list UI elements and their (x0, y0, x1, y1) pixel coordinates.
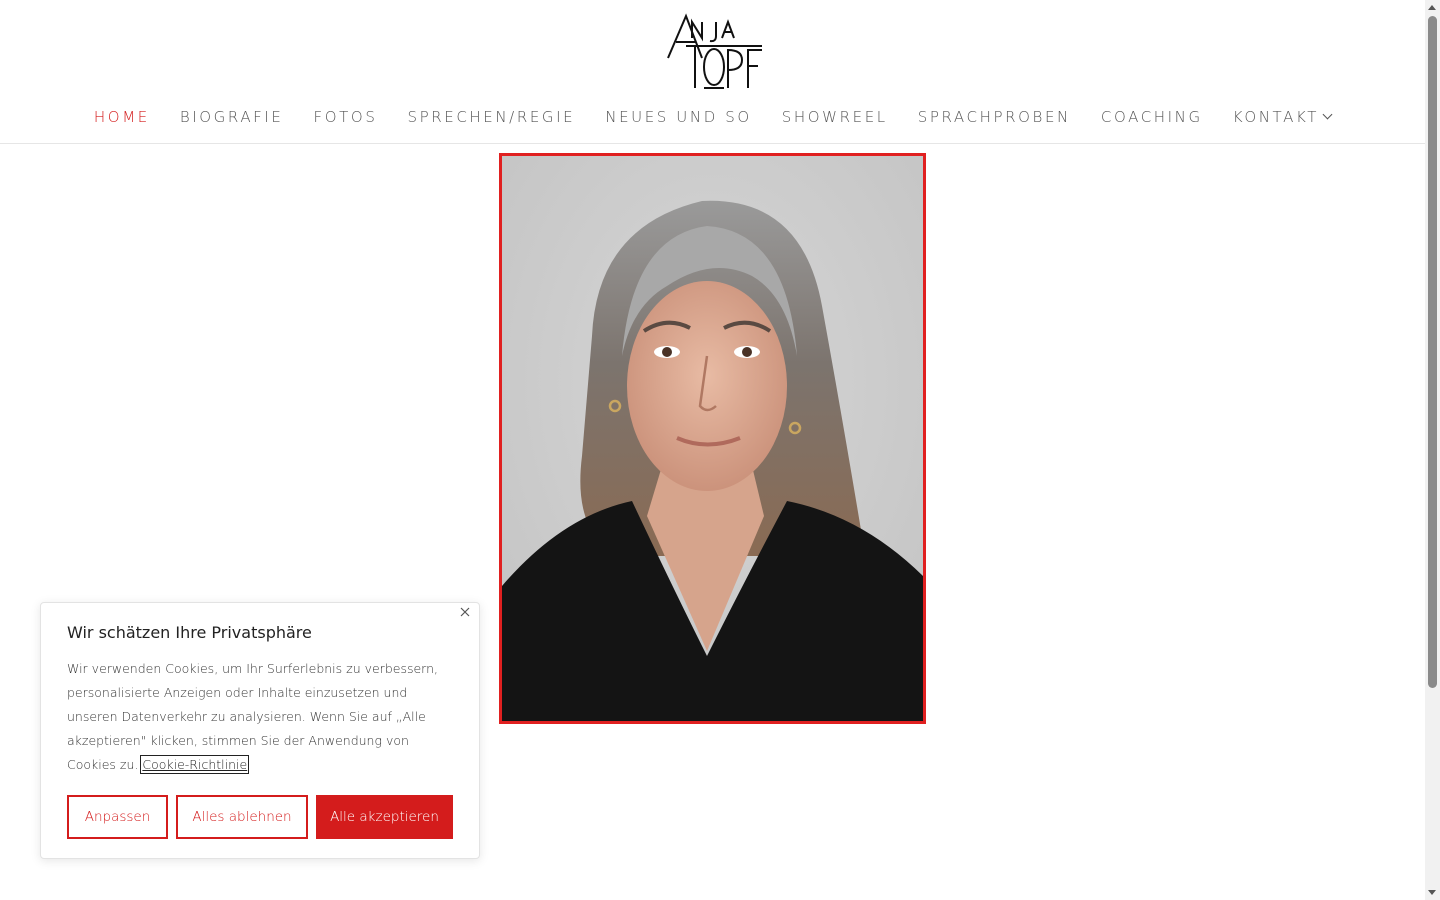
nav-item-sprechen-regie[interactable]: SPRECHEN/REGIE (392, 106, 590, 128)
scroll-up-arrow-icon[interactable] (1428, 5, 1436, 10)
nav-item-label: NEUES UND SO (605, 108, 752, 126)
nav-item-label: SPRACHPROBEN (917, 108, 1071, 126)
nav-item-home[interactable]: HOME (79, 106, 165, 128)
cookie-title: Wir schätzen Ihre Privatsphäre (67, 623, 312, 642)
nav-item-biografie[interactable]: BIOGRAFIE (165, 106, 299, 128)
nav-item-showreel[interactable]: SHOWREEL (767, 106, 903, 128)
nav-item-label: FOTOS (313, 108, 378, 126)
nav-item-fotos[interactable]: FOTOS (299, 106, 393, 128)
vertical-scrollbar[interactable] (1425, 0, 1440, 900)
site-logo[interactable] (666, 12, 766, 90)
nav-item-label: HOME (93, 108, 150, 126)
nav-item-sprachproben[interactable]: SPRACHPROBEN (903, 106, 1086, 128)
site-header: HOME BIOGRAFIE FOTOS SPRECHEN/REGIE NEUE… (0, 0, 1425, 144)
portrait-photo (499, 153, 926, 724)
accept-all-button[interactable]: Alle akzeptieren (316, 795, 453, 839)
chevron-down-icon (1322, 109, 1333, 119)
nav-item-kontakt[interactable]: KONTAKT (1218, 106, 1346, 128)
scroll-down-arrow-icon[interactable] (1428, 890, 1436, 895)
nav-item-label: SHOWREEL (781, 108, 888, 126)
cookie-policy-link[interactable]: Cookie-Richtlinie (140, 755, 250, 774)
cookie-body-text: Wir verwenden Cookies, um Ihr Surferlebn… (67, 661, 438, 772)
nav-item-neues-und-so[interactable]: NEUES UND SO (590, 106, 767, 128)
nav-item-label: KONTAKT (1232, 108, 1320, 126)
scrollbar-thumb[interactable] (1428, 16, 1437, 688)
main-nav: HOME BIOGRAFIE FOTOS SPRECHEN/REGIE NEUE… (0, 106, 1425, 128)
page: HOME BIOGRAFIE FOTOS SPRECHEN/REGIE NEUE… (0, 0, 1440, 900)
close-icon[interactable] (458, 605, 472, 619)
nav-item-label: BIOGRAFIE (179, 108, 284, 126)
cookie-buttons: Anpassen Alles ablehnen Alle akzeptieren (67, 795, 453, 839)
nav-item-label: SPRECHEN/REGIE (407, 108, 576, 126)
customize-button[interactable]: Anpassen (67, 795, 168, 839)
nav-item-label: COACHING (1100, 108, 1203, 126)
reject-all-button[interactable]: Alles ablehnen (176, 795, 308, 839)
cookie-text: Wir verwenden Cookies, um Ihr Surferlebn… (67, 657, 447, 777)
portrait-illustration (502, 156, 923, 721)
nav-item-coaching[interactable]: COACHING (1086, 106, 1218, 128)
cookie-banner: Wir schätzen Ihre Privatsphäre Wir verwe… (40, 602, 480, 859)
